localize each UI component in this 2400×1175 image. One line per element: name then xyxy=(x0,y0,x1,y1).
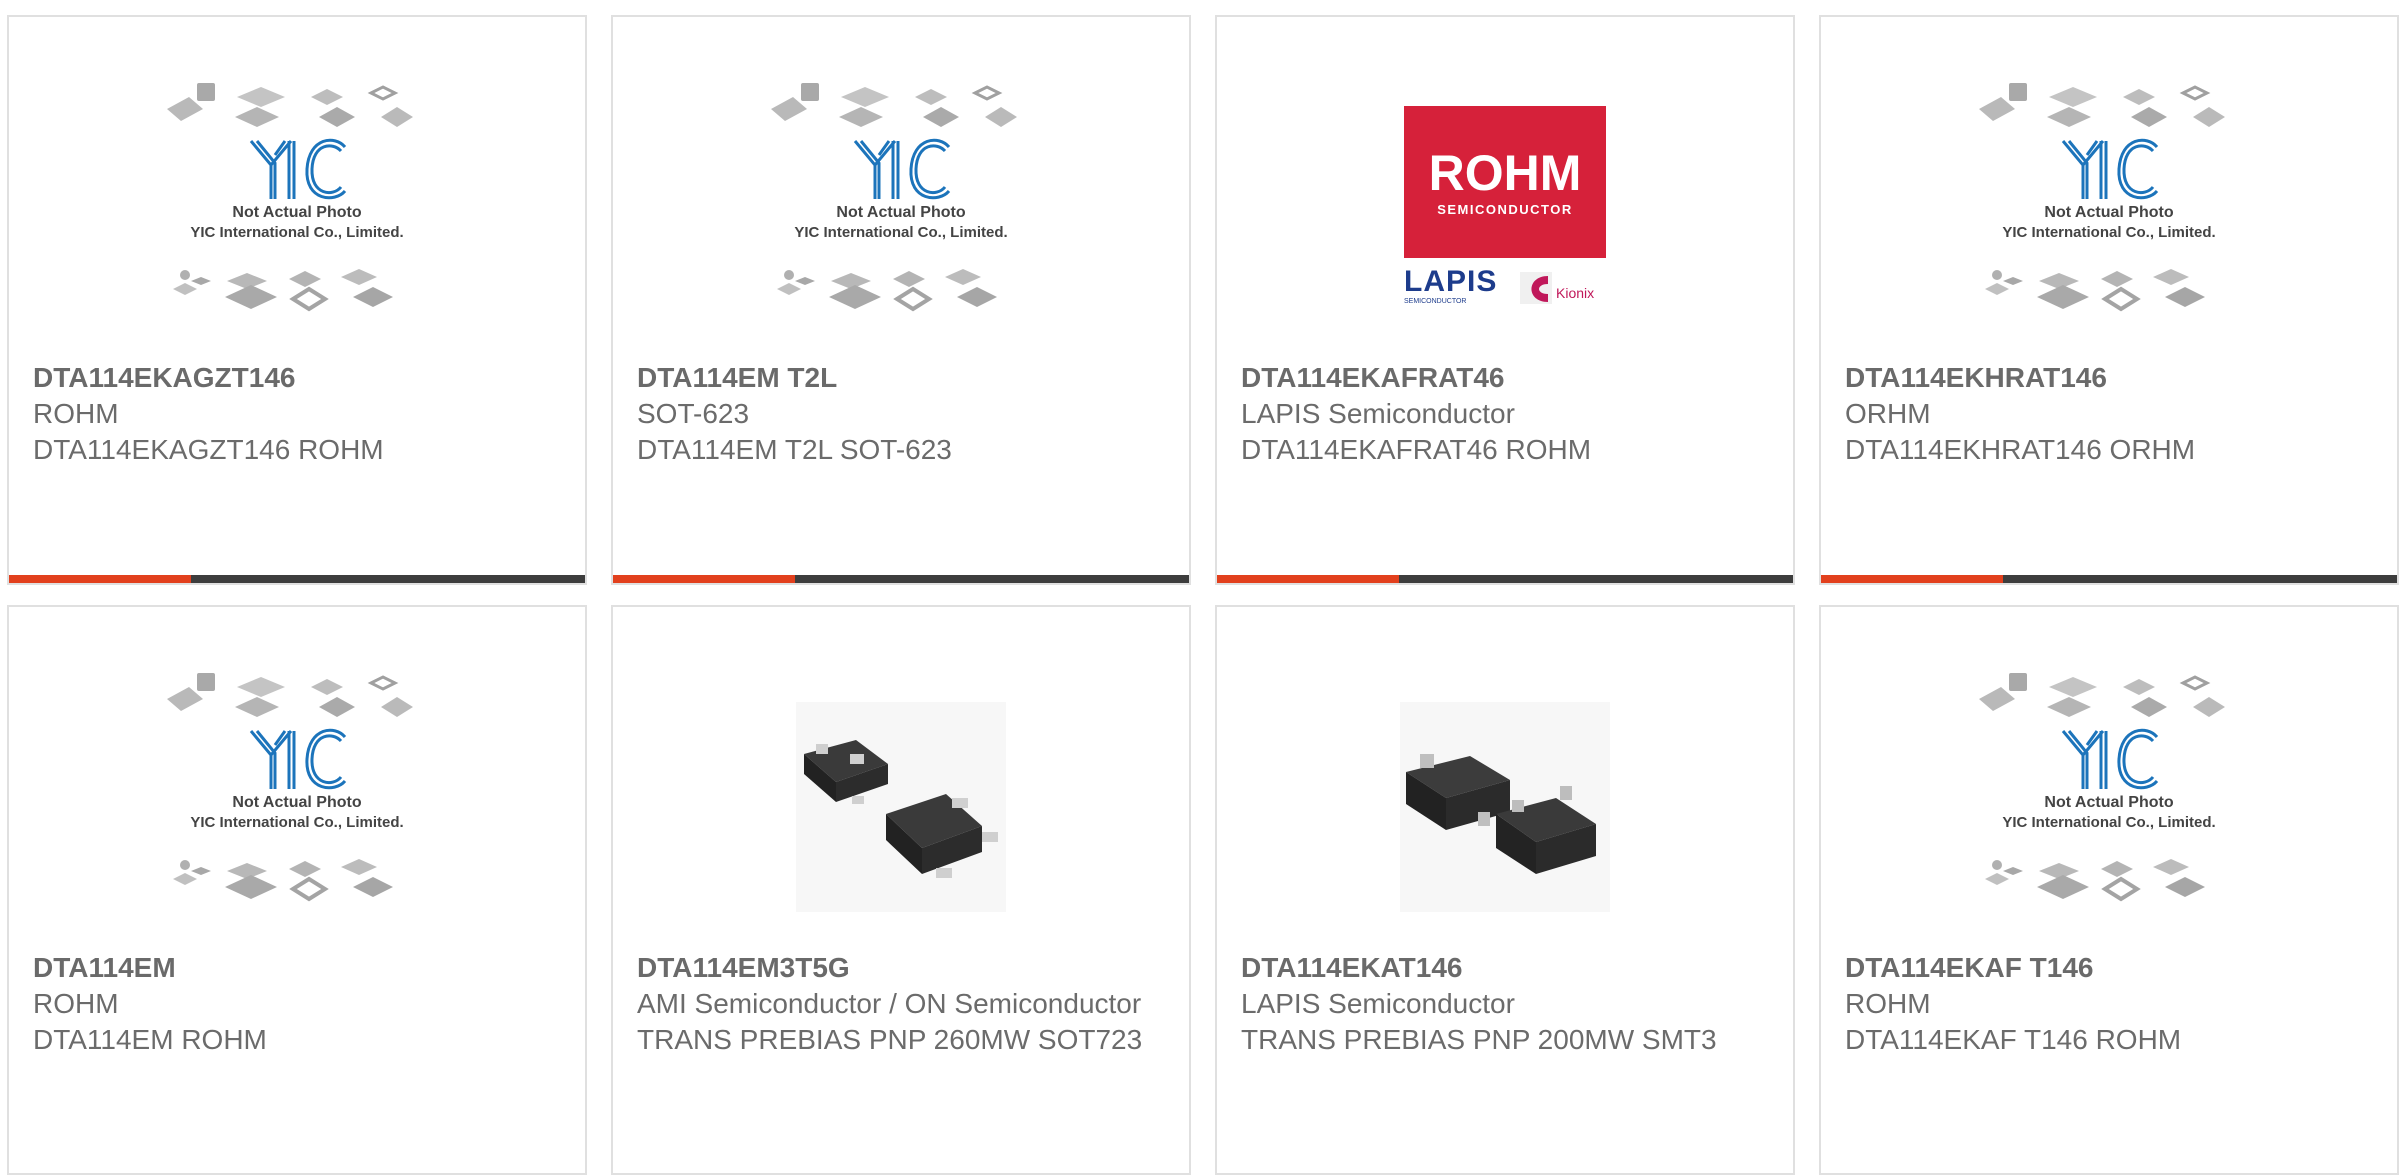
placeholder-line2: YIC International Co., Limited. xyxy=(190,814,403,831)
product-image-area[interactable]: ROHM SEMICONDUCTOR LAPIS SEMICONDUCTOR K… xyxy=(1217,17,1793,377)
product-image-area[interactable] xyxy=(1217,607,1793,977)
placeholder-image: Not Actual Photo YIC International Co., … xyxy=(769,81,1019,311)
description: DTA114EM ROHM xyxy=(33,1024,267,1055)
product-card-5[interactable]: Not Actual Photo YIC International Co., … xyxy=(7,605,587,1175)
card-accent-bar xyxy=(1821,575,2003,583)
rohm-sub: SEMICONDUCTOR xyxy=(1437,202,1573,217)
manufacturer: ROHM xyxy=(1845,988,1931,1019)
product-info: DTA114EKAGZT146 ROHM DTA114EKAGZT146 ROH… xyxy=(33,360,565,468)
manufacturer: LAPIS Semiconductor xyxy=(1241,988,1515,1019)
product-image-area[interactable]: Not Actual Photo YIC International Co., … xyxy=(1821,607,2397,965)
card-bottom-bar xyxy=(9,575,585,583)
product-info: DTA114EM3T5G AMI Semiconductor / ON Semi… xyxy=(637,950,1169,1058)
part-number[interactable]: DTA114EKAFRAT46 xyxy=(1241,360,1773,396)
description: DTA114EKAF T146 ROHM xyxy=(1845,1024,2182,1055)
card-accent-bar xyxy=(1217,575,1399,583)
manufacturer: ROHM xyxy=(33,988,119,1019)
product-image-area[interactable]: Not Actual Photo YIC International Co., … xyxy=(9,607,585,965)
yic-logo-icon xyxy=(853,138,951,200)
part-number[interactable]: DTA114EKAF T146 xyxy=(1845,950,2377,986)
placeholder-line1: Not Actual Photo xyxy=(2044,794,2173,811)
product-grid: Not Actual Photo YIC International Co., … xyxy=(0,0,2400,1175)
card-bottom-bar xyxy=(613,575,1189,583)
product-card-7[interactable]: DTA114EKAT146 LAPIS Semiconductor TRANS … xyxy=(1215,605,1795,1175)
placeholder-line2: YIC International Co., Limited. xyxy=(190,224,403,241)
placeholder-image: Not Actual Photo YIC International Co., … xyxy=(1977,671,2227,901)
manufacturer: ROHM xyxy=(33,398,119,429)
placeholder-image: Not Actual Photo YIC International Co., … xyxy=(1977,81,2227,311)
product-image-area[interactable]: Not Actual Photo YIC International Co., … xyxy=(9,17,585,375)
description: DTA114EM T2L SOT-623 xyxy=(637,434,952,465)
lapis-sub: SEMICONDUCTOR xyxy=(1404,298,1466,305)
manufacturer: SOT-623 xyxy=(637,398,750,429)
part-number[interactable]: DTA114EM xyxy=(33,950,565,986)
product-image-area[interactable]: Not Actual Photo YIC International Co., … xyxy=(1821,17,2397,375)
kionix-logo-icon xyxy=(1520,272,1552,304)
placeholder-image: Not Actual Photo YIC International Co., … xyxy=(165,81,415,311)
lapis-logo: LAPIS xyxy=(1404,265,1497,298)
placeholder-line1: Not Actual Photo xyxy=(2044,204,2173,221)
yic-logo-icon xyxy=(249,138,347,200)
chip-photo-image xyxy=(1400,702,1610,912)
description: TRANS PREBIAS PNP 260MW SOT723 xyxy=(637,1024,1143,1055)
manufacturer: ORHM xyxy=(1845,398,1931,429)
placeholder-line1: Not Actual Photo xyxy=(232,204,361,221)
card-bottom-bar xyxy=(1217,575,1793,583)
description: TRANS PREBIAS PNP 200MW SMT3 xyxy=(1241,1024,1717,1055)
rohm-logo-image: ROHM SEMICONDUCTOR LAPIS SEMICONDUCTOR K… xyxy=(1404,106,1606,305)
rohm-brand: ROHM xyxy=(1429,145,1582,201)
part-number[interactable]: DTA114EKHRAT146 xyxy=(1845,360,2377,396)
product-card-8[interactable]: Not Actual Photo YIC International Co., … xyxy=(1819,605,2399,1175)
product-info: DTA114EKHRAT146 ORHM DTA114EKHRAT146 ORH… xyxy=(1845,360,2377,468)
card-accent-bar xyxy=(9,575,191,583)
product-info: DTA114EKAT146 LAPIS Semiconductor TRANS … xyxy=(1241,950,1773,1058)
product-info: DTA114EKAF T146 ROHM DTA114EKAF T146 ROH… xyxy=(1845,950,2377,1058)
product-info: DTA114EM T2L SOT-623 DTA114EM T2L SOT-62… xyxy=(637,360,1169,468)
description: DTA114EKHRAT146 ORHM xyxy=(1845,434,2196,465)
product-card-2[interactable]: Not Actual Photo YIC International Co., … xyxy=(611,15,1191,585)
yic-logo-icon xyxy=(249,728,347,790)
part-number[interactable]: DTA114EM3T5G xyxy=(637,950,1169,986)
part-number[interactable]: DTA114EKAGZT146 xyxy=(33,360,565,396)
description: DTA114EKAFRAT46 ROHM xyxy=(1241,434,1592,465)
card-bottom-bar xyxy=(1821,575,2397,583)
placeholder-image: Not Actual Photo YIC International Co., … xyxy=(165,671,415,901)
kionix-label: Kionix xyxy=(1556,285,1594,301)
chip-photo-image xyxy=(796,702,1006,912)
product-image-area[interactable] xyxy=(613,607,1189,977)
product-card-3[interactable]: ROHM SEMICONDUCTOR LAPIS SEMICONDUCTOR K… xyxy=(1215,15,1795,585)
description: DTA114EKAGZT146 ROHM xyxy=(33,434,384,465)
product-info: DTA114EM ROHM DTA114EM ROHM xyxy=(33,950,565,1058)
part-number[interactable]: DTA114EKAT146 xyxy=(1241,950,1773,986)
placeholder-line1: Not Actual Photo xyxy=(232,794,361,811)
part-number[interactable]: DTA114EM T2L xyxy=(637,360,1169,396)
yic-logo-icon xyxy=(2061,728,2159,790)
product-card-6[interactable]: DTA114EM3T5G AMI Semiconductor / ON Semi… xyxy=(611,605,1191,1175)
product-image-area[interactable]: Not Actual Photo YIC International Co., … xyxy=(613,17,1189,375)
placeholder-line1: Not Actual Photo xyxy=(836,204,965,221)
card-accent-bar xyxy=(613,575,795,583)
manufacturer: LAPIS Semiconductor xyxy=(1241,398,1515,429)
yic-logo-icon xyxy=(2061,138,2159,200)
product-info: DTA114EKAFRAT46 LAPIS Semiconductor DTA1… xyxy=(1241,360,1773,468)
product-card-4[interactable]: Not Actual Photo YIC International Co., … xyxy=(1819,15,2399,585)
placeholder-line2: YIC International Co., Limited. xyxy=(2002,224,2215,241)
product-card-1[interactable]: Not Actual Photo YIC International Co., … xyxy=(7,15,587,585)
placeholder-line2: YIC International Co., Limited. xyxy=(794,224,1007,241)
placeholder-line2: YIC International Co., Limited. xyxy=(2002,814,2215,831)
manufacturer: AMI Semiconductor / ON Semiconductor xyxy=(637,988,1142,1019)
